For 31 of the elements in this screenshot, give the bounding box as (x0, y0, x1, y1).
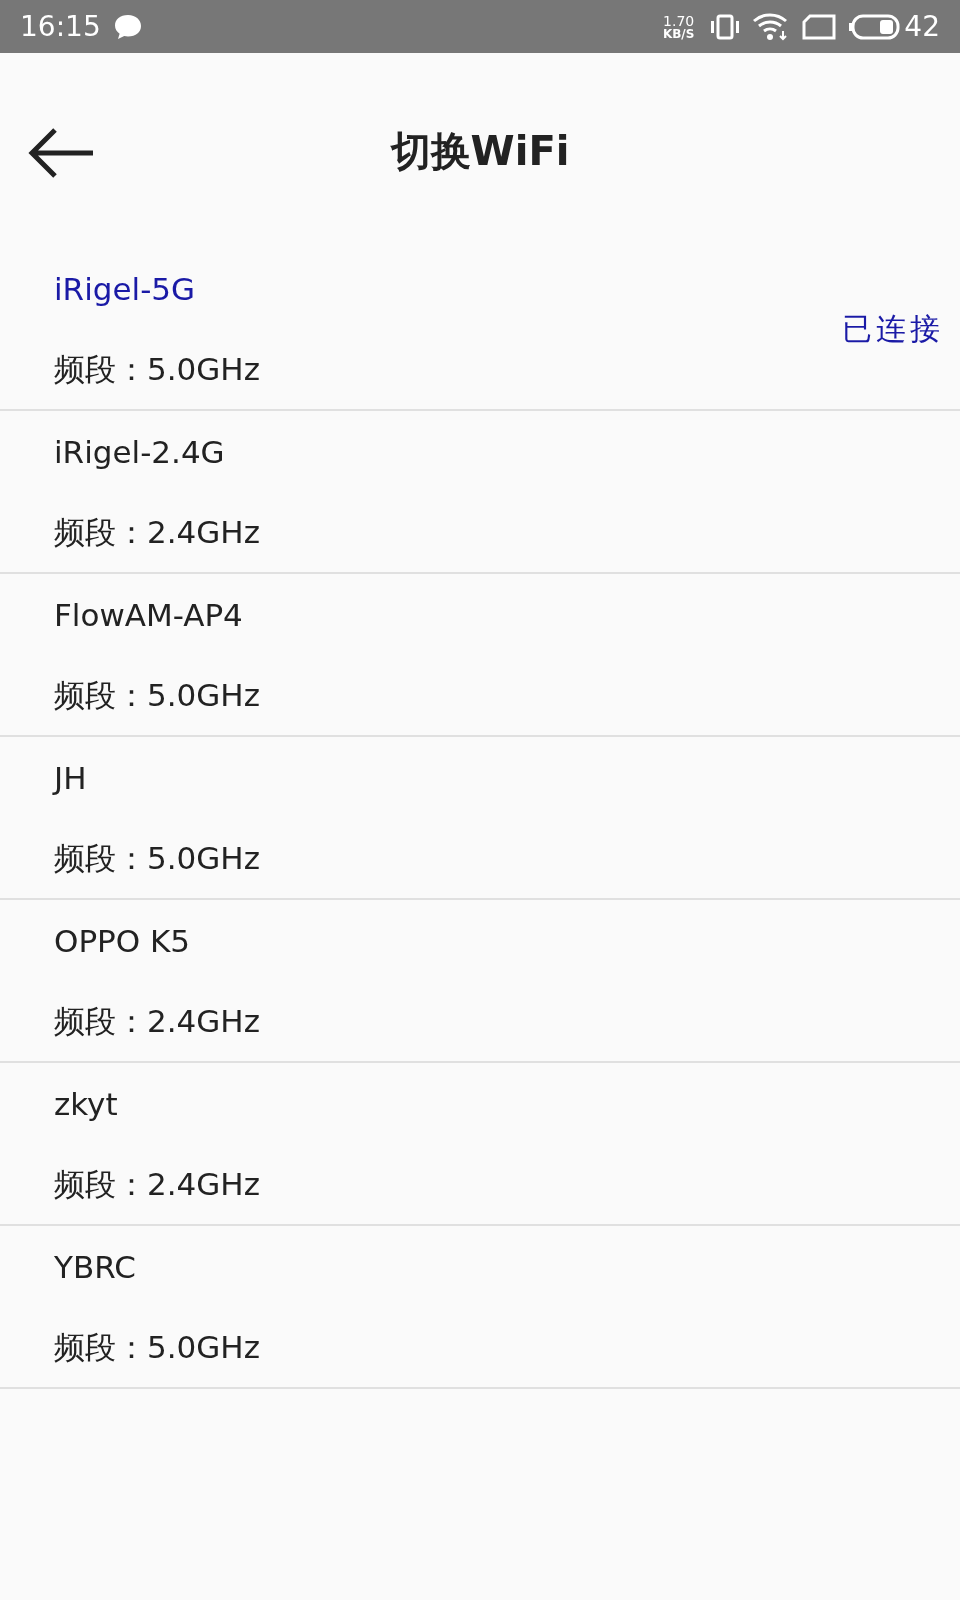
status-time: 16:15 (20, 8, 101, 45)
sim-card-icon (802, 13, 837, 40)
wifi-list-item[interactable]: iRigel-5G 频段：5.0GHz 已连接 (0, 248, 960, 411)
frequency-label: 频段：5.0GHz (54, 1327, 260, 1366)
wifi-name: zkyt (54, 1084, 118, 1123)
wifi-name: FlowAM-AP4 (54, 595, 243, 634)
battery-level: 42 (904, 8, 940, 45)
wifi-list-item[interactable]: FlowAM-AP4 频段：5.0GHz (0, 574, 960, 737)
frequency-label: 频段：2.4GHz (54, 512, 260, 551)
frequency-label: 频段：2.4GHz (54, 1001, 260, 1040)
wifi-name: iRigel-2.4G (54, 432, 225, 471)
back-arrow-icon (27, 127, 95, 179)
page-title: 切换WiFi (390, 126, 570, 176)
speed-value: 1.70 (663, 13, 695, 28)
frequency-label: 频段：5.0GHz (54, 349, 260, 388)
chat-bubble-icon (112, 12, 143, 41)
wifi-name: YBRC (54, 1247, 136, 1286)
battery-icon (848, 12, 901, 41)
frequency-label: 频段：5.0GHz (54, 675, 260, 714)
wifi-list-item[interactable]: JH 频段：5.0GHz (0, 737, 960, 900)
wifi-list-item[interactable]: zkyt 频段：2.4GHz (0, 1063, 960, 1226)
connected-status: 已连接 (842, 310, 944, 348)
wifi-list-item[interactable]: YBRC 频段：5.0GHz (0, 1226, 960, 1389)
wifi-name: iRigel-5G (54, 269, 196, 308)
frequency-label: 频段：2.4GHz (54, 1164, 260, 1203)
frequency-label: 频段：5.0GHz (54, 838, 260, 877)
speed-unit: KB/S (662, 27, 695, 40)
wifi-list-item[interactable]: iRigel-2.4G 频段：2.4GHz (0, 411, 960, 574)
wifi-name: JH (54, 758, 87, 797)
wifi-name: OPPO K5 (54, 921, 191, 960)
vibrate-icon (710, 12, 741, 41)
